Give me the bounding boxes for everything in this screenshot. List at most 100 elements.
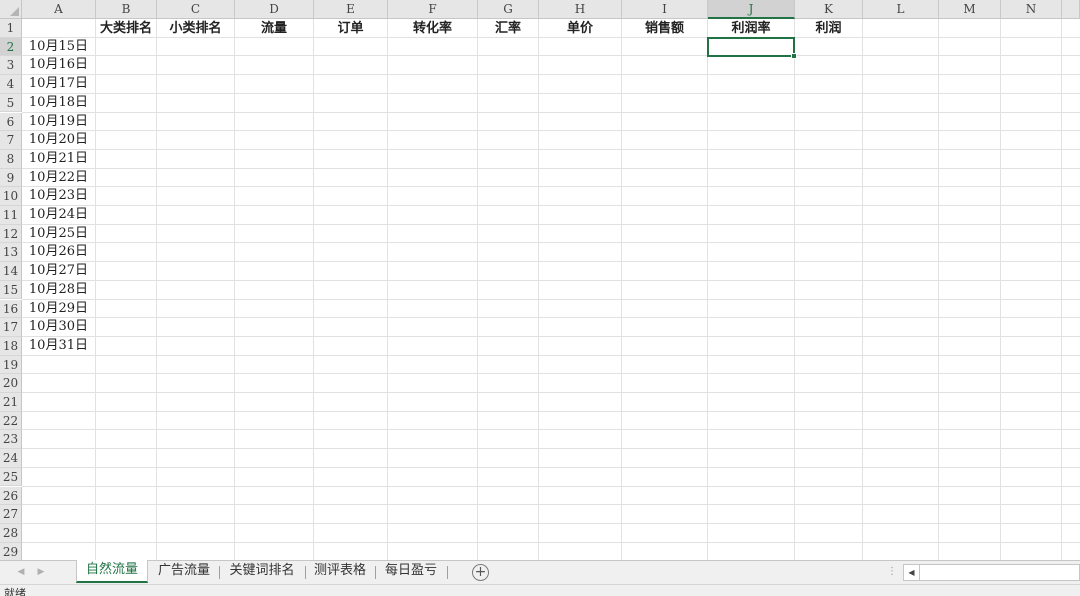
cell-a18[interactable]: 10月31日: [22, 337, 95, 356]
row-header-2[interactable]: 2: [0, 37, 22, 57]
cell-h1[interactable]: 单价: [539, 19, 621, 38]
row-header-14[interactable]: 14: [0, 262, 22, 281]
cell-a2[interactable]: 10月15日: [22, 38, 95, 57]
grid-vline: [156, 19, 157, 560]
grid-hline: [22, 429, 1080, 431]
row-header-10[interactable]: 10: [0, 187, 22, 206]
cell-a13[interactable]: 10月26日: [22, 243, 95, 262]
column-header-l[interactable]: L: [863, 0, 939, 19]
row-header-24[interactable]: 24: [0, 449, 22, 468]
row-header-11[interactable]: 11: [0, 206, 22, 225]
row-header-28[interactable]: 28: [0, 523, 22, 543]
grid-hline: [22, 92, 1080, 94]
cell-f1[interactable]: 转化率: [388, 19, 477, 38]
cell-a14[interactable]: 10月27日: [22, 262, 95, 281]
column-header-n[interactable]: N: [1001, 0, 1062, 19]
grid-hline: [22, 504, 1080, 506]
row-header-6[interactable]: 6: [0, 112, 22, 132]
cell-b1[interactable]: 大类排名: [96, 19, 156, 38]
sheet-tab-5[interactable]: 每日盈亏: [376, 561, 446, 583]
column-header-c[interactable]: C: [157, 0, 235, 19]
cell-k1[interactable]: 利润: [795, 19, 862, 38]
tab-scroll-right-icon[interactable]: ▶: [34, 565, 48, 579]
row-header-8[interactable]: 8: [0, 149, 22, 169]
row-header-1[interactable]: 1: [0, 19, 22, 38]
column-header-b[interactable]: B: [96, 0, 157, 19]
cell-j1[interactable]: 利润率: [708, 19, 794, 38]
row-header-15[interactable]: 15: [0, 280, 22, 300]
cell-a12[interactable]: 10月25日: [22, 225, 95, 244]
row-header-22[interactable]: 22: [0, 411, 22, 431]
sheet-tab-2[interactable]: 广告流量: [150, 561, 218, 583]
grid-vline: [1000, 19, 1001, 560]
row-header-29[interactable]: 29: [0, 542, 22, 560]
cell-i1[interactable]: 销售额: [622, 19, 707, 38]
cell-c1[interactable]: 小类排名: [157, 19, 234, 38]
row-header-16[interactable]: 16: [0, 299, 22, 319]
grid-hline: [22, 392, 1080, 393]
row-header-7[interactable]: 7: [0, 131, 22, 150]
cell-e1[interactable]: 订单: [314, 19, 387, 38]
sheet-tab-1[interactable]: 自然流量: [76, 560, 148, 583]
row-header-20[interactable]: 20: [0, 374, 22, 393]
column-header-a[interactable]: A: [22, 0, 96, 19]
row-header-21[interactable]: 21: [0, 393, 22, 412]
column-header-g[interactable]: G: [478, 0, 539, 19]
grid-hline: [22, 167, 1080, 169]
column-header-h[interactable]: H: [539, 0, 622, 19]
column-header-k[interactable]: K: [795, 0, 863, 19]
cell-a6[interactable]: 10月19日: [22, 113, 95, 132]
column-header-e[interactable]: E: [314, 0, 388, 19]
column-header-d[interactable]: D: [235, 0, 314, 19]
column-header-i[interactable]: I: [622, 0, 708, 19]
cell-a5[interactable]: 10月18日: [22, 94, 95, 113]
tab-scroll-left-icon[interactable]: ◀: [14, 565, 28, 579]
scroll-left-arrow-icon[interactable]: ◀: [904, 565, 920, 580]
cell-a4[interactable]: 10月17日: [22, 75, 95, 94]
cell-a3[interactable]: 10月16日: [22, 56, 95, 75]
cell-g1[interactable]: 汇率: [478, 19, 538, 38]
sheet-tab-4[interactable]: 测评表格: [306, 561, 374, 583]
row-header-3[interactable]: 3: [0, 56, 22, 76]
cell-a17[interactable]: 10月30日: [22, 318, 95, 337]
cell-a7[interactable]: 10月20日: [22, 131, 95, 150]
row-header-18[interactable]: 18: [0, 336, 22, 356]
row-header-12[interactable]: 12: [0, 224, 22, 244]
row-header-9[interactable]: 9: [0, 168, 22, 188]
row-header-23[interactable]: 23: [0, 430, 22, 450]
row-header-13[interactable]: 13: [0, 243, 22, 263]
cell-a9[interactable]: 10月22日: [22, 169, 95, 188]
active-cell-selection[interactable]: [707, 37, 795, 57]
grid-hline: [22, 223, 1080, 225]
cell-a8[interactable]: 10月21日: [22, 150, 95, 169]
cell-a10[interactable]: 10月23日: [22, 187, 95, 206]
worksheet-grid[interactable]: ABCDEFGHIJKLMN 1 2 3 4 5 6 7 8 9 10 11 12 13 14 15 16 17…: [0, 0, 1080, 560]
sheet-tab-3[interactable]: 关键词排名: [220, 561, 304, 583]
cell-a16[interactable]: 10月29日: [22, 300, 95, 319]
row-header-26[interactable]: 26: [0, 486, 22, 506]
cell-a15[interactable]: 10月28日: [22, 281, 95, 300]
select-all-icon: [10, 7, 19, 16]
grid-hline: [22, 317, 1080, 319]
grid-hline: [22, 541, 1080, 543]
column-header-m[interactable]: M: [939, 0, 1001, 19]
row-header-5[interactable]: 5: [0, 93, 22, 113]
add-sheet-button[interactable]: +: [472, 564, 489, 581]
grid-hline: [22, 335, 1080, 337]
row-header-4[interactable]: 4: [0, 75, 22, 94]
cell-d1[interactable]: 流量: [235, 19, 313, 38]
split-handle-icon[interactable]: ⋮: [887, 565, 897, 579]
row-header-25[interactable]: 25: [0, 467, 22, 487]
column-header-j[interactable]: J: [708, 0, 795, 19]
select-all-corner[interactable]: [0, 0, 22, 19]
row-header-19[interactable]: 19: [0, 355, 22, 375]
grid-vline: [938, 19, 939, 560]
row-header-17[interactable]: 17: [0, 318, 22, 337]
column-header-f[interactable]: F: [388, 0, 478, 19]
row-header-27[interactable]: 27: [0, 505, 22, 524]
horizontal-scrollbar[interactable]: ◀: [903, 564, 1080, 581]
grid-hline: [22, 466, 1080, 468]
cell-a11[interactable]: 10月24日: [22, 206, 95, 225]
fill-handle[interactable]: [791, 53, 797, 59]
tab-separator: [305, 566, 306, 579]
